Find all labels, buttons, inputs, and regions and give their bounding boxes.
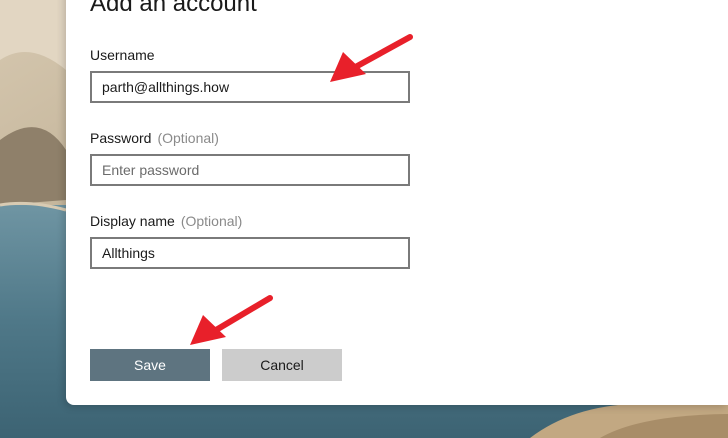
username-value: parth@allthings.how [102,79,230,95]
password-label-text: Password [90,130,152,146]
display-name-label-text: Display name [90,213,175,229]
username-input[interactable]: parth@allthings.how [90,71,410,103]
password-label: Password (Optional) [90,129,219,147]
cancel-button[interactable]: Cancel [222,349,342,381]
add-account-dialog: Add an account Username parth@allthings.… [66,0,728,405]
dialog-title: Add an account [90,0,257,17]
password-input[interactable]: Enter password [90,154,410,186]
password-placeholder: Enter password [102,162,200,178]
username-label: Username [90,46,155,64]
password-optional-hint: (Optional) [157,130,219,146]
display-name-input[interactable]: Allthings [90,237,410,269]
display-name-label: Display name (Optional) [90,212,242,230]
display-name-optional-hint: (Optional) [180,213,243,229]
username-label-text: Username [90,47,155,63]
save-button[interactable]: Save [90,349,210,381]
display-name-value: Allthings [102,245,155,261]
